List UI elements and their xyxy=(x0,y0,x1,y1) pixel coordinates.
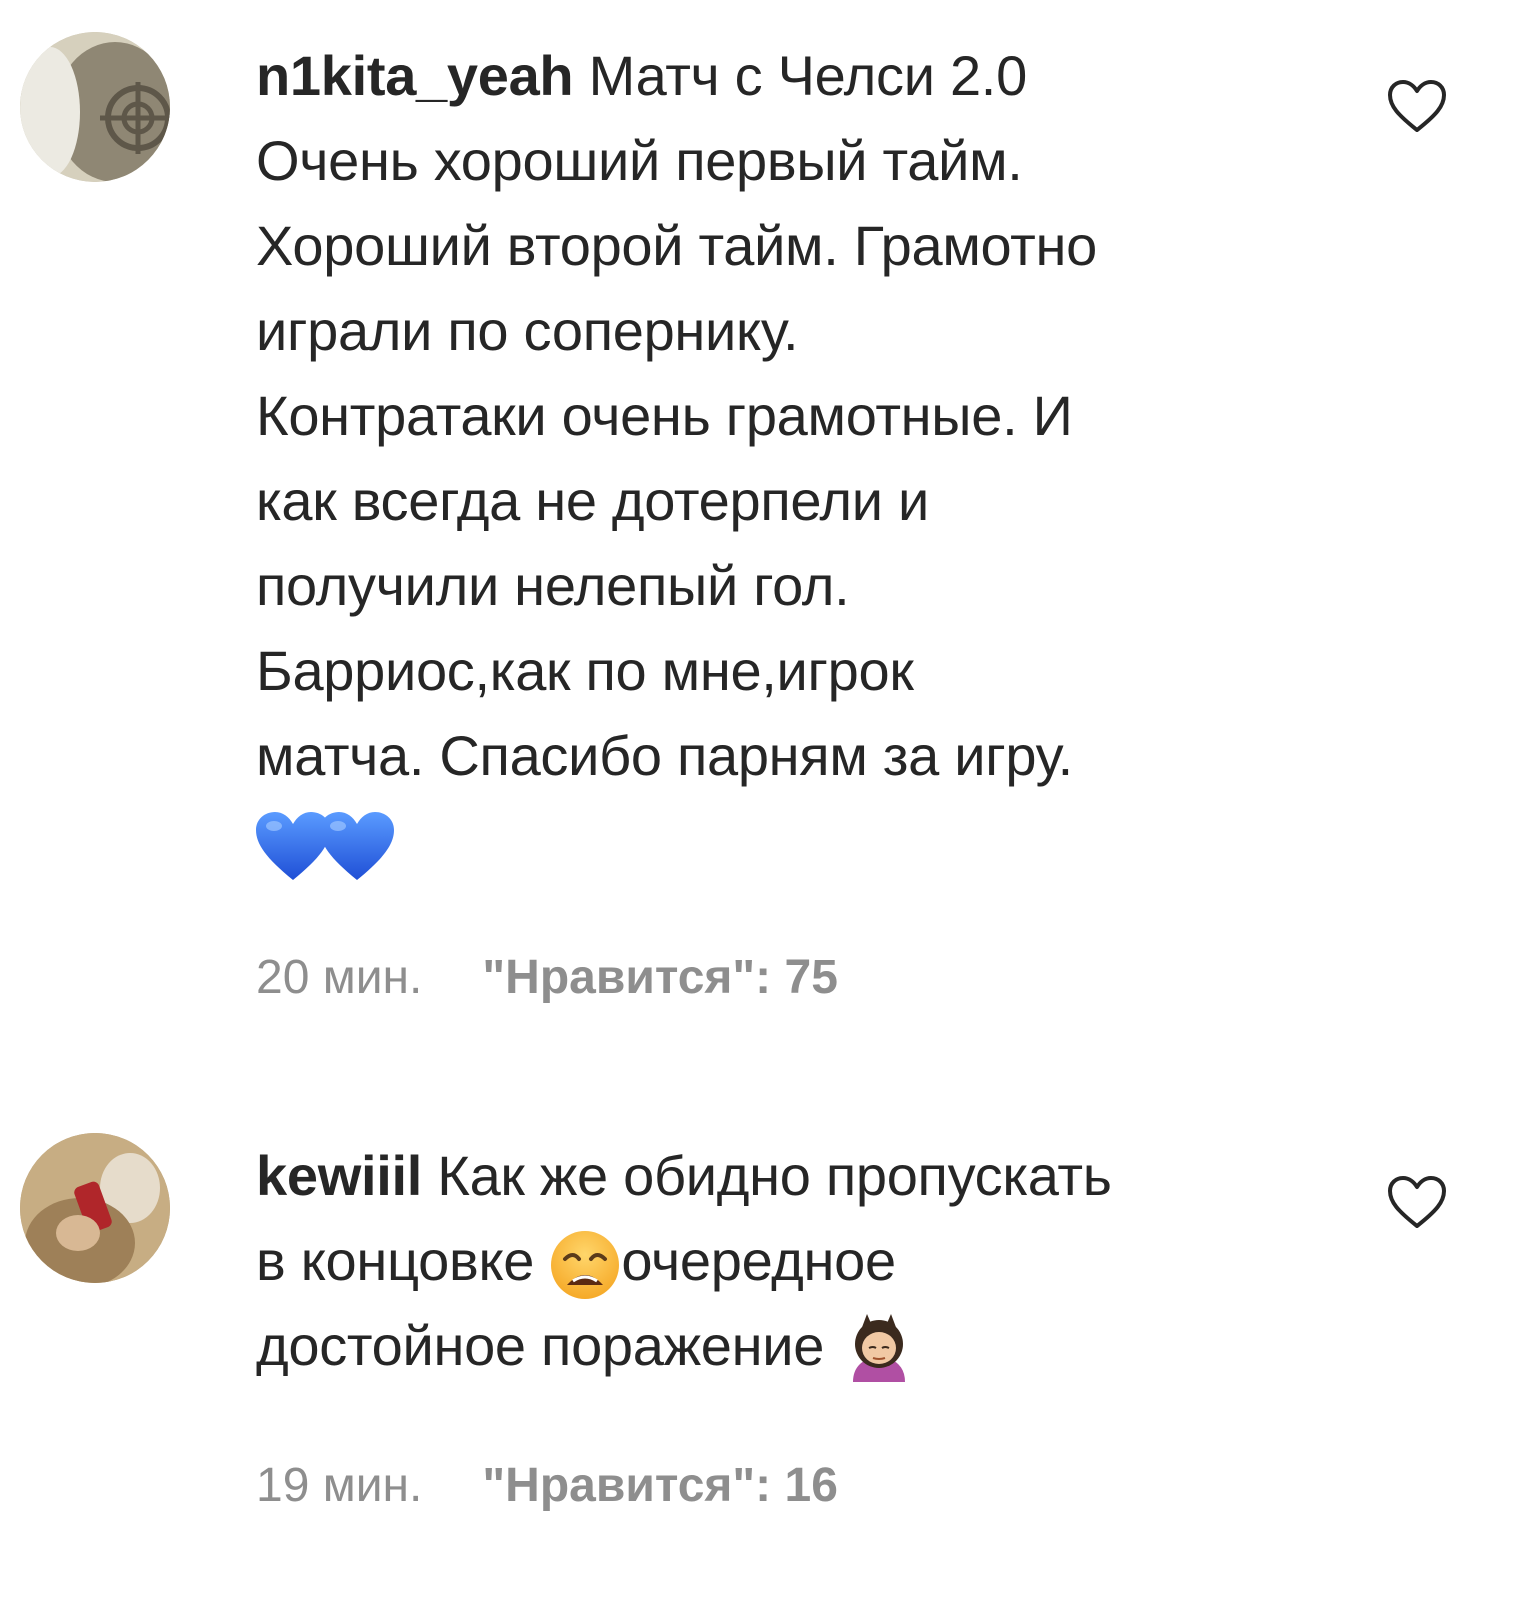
avatar[interactable] xyxy=(20,1133,170,1283)
blue-heart-icon xyxy=(256,812,330,882)
comment-line: Барриос,как по мне,игрок xyxy=(256,639,914,702)
avatar-photo-icon xyxy=(20,1133,170,1283)
like-button[interactable] xyxy=(1386,78,1448,134)
username-link[interactable]: n1kita_yeah xyxy=(256,44,574,107)
woman-bowing-icon xyxy=(839,1310,919,1390)
comment-line: Как же обидно пропускать xyxy=(421,1144,1112,1207)
comment-line: Хороший второй тайм. Грамотно xyxy=(256,214,1097,277)
weary-face-icon xyxy=(549,1229,621,1301)
comment-line: Матч с Челси 2.0 xyxy=(573,44,1028,107)
heart-outline-icon xyxy=(1388,80,1446,132)
comment-line: получили нелепый гол. xyxy=(256,554,850,617)
comment-line: в концовке xyxy=(256,1229,550,1292)
comment-meta: 19 мин. "Нравится": 16 xyxy=(256,1458,838,1513)
emoji-row xyxy=(256,798,1366,885)
likes-count[interactable]: "Нравится": 16 xyxy=(482,1459,838,1512)
avatar[interactable] xyxy=(20,32,170,182)
comment-line: как всегда не дотерпели и xyxy=(256,469,929,532)
comment-line: матча. Спасибо парням за игру. xyxy=(256,724,1073,787)
username-link[interactable]: kewiiil xyxy=(256,1144,422,1207)
timestamp: 20 мин. xyxy=(256,951,423,1004)
comment-line: Очень хороший первый тайм. xyxy=(256,129,1023,192)
likes-count[interactable]: "Нравится": 75 xyxy=(482,951,838,1004)
avatar-photo-icon xyxy=(20,32,170,182)
blue-heart-icon xyxy=(320,812,394,882)
heart-outline-icon xyxy=(1388,1176,1446,1228)
comment-line: достойное поражение xyxy=(256,1314,840,1377)
comment-meta: 20 мин. "Нравится": 75 xyxy=(256,950,838,1005)
comment-text: kewiiil Как же обидно пропускать в концо… xyxy=(256,1133,1366,1390)
comment-line: играли по сопернику. xyxy=(256,299,799,362)
comment-text: n1kita_yeah Матч с Челси 2.0 Очень хорош… xyxy=(256,33,1366,885)
comment-line: очередное xyxy=(621,1229,896,1292)
like-button[interactable] xyxy=(1386,1174,1448,1230)
timestamp: 19 мин. xyxy=(256,1459,423,1512)
comment-line: Контратаки очень грамотные. И xyxy=(256,384,1073,447)
